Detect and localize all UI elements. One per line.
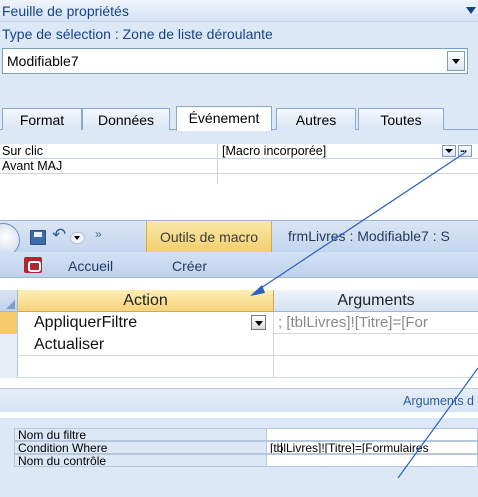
customize-qat-icon[interactable]: » xyxy=(95,227,102,241)
dropdown-arrow-icon xyxy=(445,149,453,153)
action-arguments-bar: Arguments d xyxy=(0,388,478,412)
ribbon-tab-accueil[interactable]: Accueil xyxy=(68,256,113,276)
argument-value[interactable] xyxy=(266,454,478,467)
column-header-action[interactable]: Action xyxy=(18,290,274,312)
argument-name: Condition Where xyxy=(14,441,266,454)
panel-menu-arrow-icon[interactable] xyxy=(466,7,476,14)
select-all-corner[interactable] xyxy=(0,290,18,312)
macro-action-cell[interactable]: AppliquerFiltre xyxy=(18,312,274,334)
argument-row-nom-du-filtre[interactable]: Nom du filtre xyxy=(14,428,478,441)
row-selector[interactable] xyxy=(0,356,18,378)
property-grid: Sur clic [Macro incorporée] ... Avant MA… xyxy=(0,143,478,196)
access-app-icon xyxy=(24,257,42,273)
macro-arguments-cell xyxy=(274,356,478,378)
ribbon-tabs: Accueil Créer xyxy=(0,252,478,278)
property-name: Sur clic xyxy=(2,144,218,159)
tab-evenement[interactable]: Événement xyxy=(176,106,272,131)
property-sheet: Feuille de propriétés Type de sélection … xyxy=(0,0,478,196)
property-sheet-title: Feuille de propriétés xyxy=(2,3,129,19)
property-row-cut-off xyxy=(0,174,478,184)
macro-action-value: AppliquerFiltre xyxy=(34,314,138,331)
column-header-arguments[interactable]: Arguments xyxy=(274,290,478,312)
macro-row[interactable] xyxy=(0,356,478,378)
tab-donnees[interactable]: Données xyxy=(82,108,170,130)
control-selector-dropdown-button[interactable] xyxy=(447,51,465,71)
dropdown-arrow-icon xyxy=(74,236,80,240)
dropdown-arrow-icon xyxy=(452,59,460,64)
property-value[interactable]: [Macro incorporée] xyxy=(222,144,478,159)
macro-arguments-cell: ; [tblLivres]![Titre]=[For xyxy=(278,314,428,331)
text-caret xyxy=(281,443,282,453)
argument-name: Nom du contrôle xyxy=(14,454,266,467)
selection-type-label: Type de sélection : Zone de liste déroul… xyxy=(2,26,273,42)
tab-autres[interactable]: Autres xyxy=(276,108,356,130)
save-icon[interactable] xyxy=(30,230,46,245)
macro-action-grid: Action Arguments AppliquerFiltre ; [tblL… xyxy=(0,290,478,386)
row-selector[interactable] xyxy=(0,312,18,334)
property-name xyxy=(2,174,218,184)
action-arguments-grid: Nom du filtre Condition Where [tblLivres… xyxy=(0,418,478,497)
tab-format[interactable]: Format xyxy=(2,108,82,130)
macro-row[interactable]: Actualiser xyxy=(0,334,478,356)
property-row-sur-clic[interactable]: Sur clic [Macro incorporée] ... xyxy=(0,143,478,159)
window-title: frmLivres : Modifiable7 : S xyxy=(288,228,450,244)
build-button[interactable]: ... xyxy=(458,143,472,157)
dropdown-arrow-icon xyxy=(255,321,263,326)
argument-value[interactable] xyxy=(266,428,478,441)
control-selector-combo[interactable]: Modifiable7 xyxy=(2,48,468,74)
undo-icon[interactable]: ↶ xyxy=(52,225,66,245)
contextual-tab-macro-tools[interactable]: Outils de macro xyxy=(146,221,272,253)
build-button-icon: ... xyxy=(460,143,467,155)
macro-arguments-cell xyxy=(274,334,478,356)
macro-builder-window: ↶ » Outils de macro frmLivres : Modifiab… xyxy=(0,220,478,497)
condition-where-text: [tblLivres]![Titre]=[Formulaires xyxy=(270,441,429,454)
control-selector-value: Modifiable7 xyxy=(7,53,79,69)
property-name: Avant MAJ xyxy=(2,159,218,174)
argument-row-nom-du-controle[interactable]: Nom du contrôle xyxy=(14,454,478,467)
row-selector[interactable] xyxy=(0,334,18,356)
property-value[interactable] xyxy=(222,159,478,174)
undo-dropdown-button[interactable] xyxy=(70,232,85,244)
macro-action-cell[interactable] xyxy=(18,356,274,378)
macro-row[interactable]: AppliquerFiltre ; [tblLivres]![Titre]=[F… xyxy=(0,312,478,334)
macro-action-cell[interactable]: Actualiser xyxy=(18,334,274,356)
quick-access-toolbar: ↶ » Outils de macro frmLivres : Modifiab… xyxy=(0,220,478,257)
argument-name: Nom du filtre xyxy=(14,428,266,441)
argument-row-condition-where[interactable]: Condition Where [tblLivres]![Titre]=[For… xyxy=(14,441,478,454)
property-dropdown-button[interactable] xyxy=(442,145,456,157)
macro-grid-header: Action Arguments xyxy=(0,290,478,312)
argument-value[interactable]: [tblLivres]![Titre]=[Formulaires xyxy=(266,441,478,454)
property-row-avant-maj[interactable]: Avant MAJ xyxy=(0,159,478,174)
ribbon-tab-creer[interactable]: Créer xyxy=(172,256,207,276)
property-tabs: Format Données Événement Autres Toutes xyxy=(0,106,478,131)
action-dropdown-button[interactable] xyxy=(251,315,266,330)
tab-toutes[interactable]: Toutes xyxy=(358,108,444,130)
property-sheet-title-bar[interactable]: Feuille de propriétés xyxy=(0,0,478,22)
